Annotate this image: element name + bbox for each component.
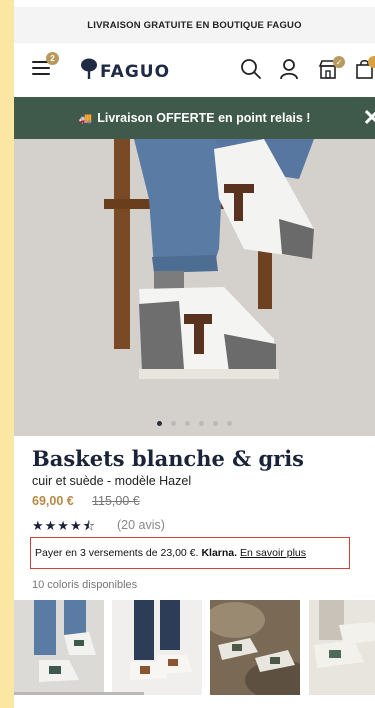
shipping-banner-text: Livraison OFFERTE en point relais !: [97, 111, 311, 125]
close-icon[interactable]: ✕: [363, 107, 375, 129]
colors-available-label: 10 coloris disponibles: [32, 579, 138, 591]
shipping-banner[interactable]: 🚚 Livraison OFFERTE en point relais ! ✕: [14, 97, 375, 139]
gallery-dot[interactable]: [199, 421, 204, 426]
store-check-badge: ✓: [333, 56, 345, 68]
variant-photo: [14, 600, 104, 695]
gallery-dot[interactable]: [185, 421, 190, 426]
account-icon[interactable]: [279, 58, 299, 80]
cart-badge: [368, 56, 375, 68]
gallery-dot[interactable]: [171, 421, 176, 426]
gallery-dot[interactable]: [213, 421, 218, 426]
faguo-logo[interactable]: FAGUO: [80, 56, 170, 82]
product-subtitle: cuir et suède - modèle Hazel: [32, 474, 192, 488]
search-icon[interactable]: [240, 58, 262, 80]
product-image-gallery[interactable]: [14, 139, 375, 436]
product-old-price: 115,00 €: [92, 494, 140, 508]
gallery-dot[interactable]: [227, 421, 232, 426]
variant-photo: [112, 600, 202, 695]
product-price: 69,00 €: [32, 494, 74, 508]
rating-stars-icon[interactable]: ★★★★⯪: [32, 517, 96, 539]
color-variant-thumb[interactable]: [14, 600, 104, 695]
variant-photo: [309, 600, 375, 695]
menu-badge: 2: [46, 52, 59, 65]
variant-photo: [210, 600, 300, 695]
color-variant-thumb[interactable]: [210, 600, 300, 695]
product-title: Baskets blanche & gris: [32, 446, 305, 471]
promo-top-banner[interactable]: LIVRAISON GRATUITE EN BOUTIQUE FAGUO: [14, 7, 375, 43]
product-photo: [14, 139, 375, 436]
gallery-dots: [14, 421, 375, 426]
site-header: 2 FAGUO ✓: [14, 43, 375, 97]
color-variants-carousel: [14, 600, 375, 697]
klarna-learn-more-link[interactable]: En savoir plus: [240, 547, 306, 559]
tree-logo-icon: [81, 58, 97, 79]
product-page: LIVRAISON GRATUITE EN BOUTIQUE FAGUO 2 F…: [14, 0, 375, 708]
gallery-dot[interactable]: [157, 421, 162, 426]
truck-icon: 🚚: [78, 112, 93, 125]
logo-text: FAGUO: [100, 62, 171, 82]
klarna-brand: Klarna.: [201, 547, 238, 559]
carousel-scrollbar[interactable]: [14, 692, 144, 695]
reviews-count-link[interactable]: (20 avis): [117, 518, 165, 532]
color-variant-thumb[interactable]: [309, 600, 375, 695]
klarna-text: Payer en 3 versements de 23,00 €.: [35, 547, 199, 559]
klarna-payment-info: Payer en 3 versements de 23,00 €. Klarna…: [30, 537, 350, 569]
color-variant-thumb[interactable]: [112, 600, 202, 695]
